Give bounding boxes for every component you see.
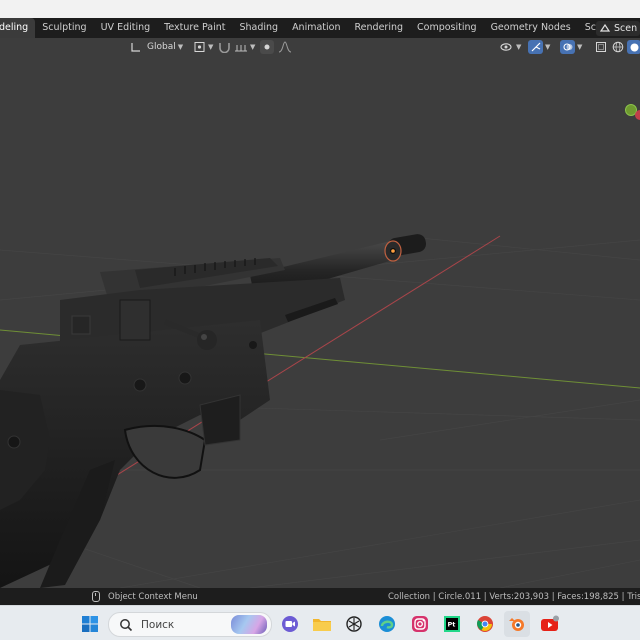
snap-increment-icon — [235, 45, 247, 52]
youtube-icon — [541, 615, 559, 631]
chevron-down-icon: ▼ — [250, 43, 256, 51]
falloff-curve-icon — [278, 41, 292, 53]
windows-logo-icon — [82, 616, 98, 632]
chevron-down-icon: ▼ — [208, 43, 214, 51]
rifle-model[interactable] — [0, 233, 427, 588]
mouse-right-click-icon — [92, 591, 100, 602]
navigation-gizmo[interactable] — [625, 104, 640, 121]
tab-rendering[interactable]: Rendering — [348, 18, 411, 38]
chatgpt-icon — [346, 616, 362, 632]
wireframe-shading-button[interactable] — [612, 40, 624, 54]
chevron-down-icon: ▼ — [516, 43, 522, 51]
snap-target-dropdown[interactable]: ▼ — [234, 40, 255, 54]
proportional-editing-toggle[interactable] — [260, 40, 274, 54]
chatgpt-app-button[interactable] — [343, 613, 365, 635]
scene-statistics-text: Collection | Circle.011 | Verts:203,903 … — [388, 591, 640, 602]
tab-animation[interactable]: Animation — [285, 18, 347, 38]
file-explorer-button[interactable] — [311, 613, 333, 635]
tab-modeling[interactable]: deling — [0, 18, 36, 38]
taskbar: Pt — [0, 605, 640, 640]
tab-geometry-nodes[interactable]: Geometry Nodes — [484, 18, 578, 38]
search-icon — [120, 618, 133, 631]
scene-name: Scen — [614, 22, 638, 34]
edge-icon — [379, 616, 395, 632]
chrome-browser-button[interactable] — [474, 613, 496, 635]
proportional-falloff-dropdown[interactable] — [278, 40, 292, 54]
pivot-point-dropdown[interactable]: ▼ — [193, 40, 213, 54]
tab-uv-editing[interactable]: UV Editing — [94, 18, 158, 38]
eye-icon — [500, 43, 512, 51]
blender-icon — [509, 618, 524, 631]
edge-browser-button[interactable] — [376, 613, 398, 635]
overlays-icon — [562, 43, 572, 51]
blender-window: deling Sculpting UV Editing Texture Pain… — [0, 0, 640, 640]
svg-text:Pt: Pt — [448, 621, 456, 629]
chevron-down-icon: ▼ — [545, 43, 551, 51]
3d-viewport[interactable] — [0, 38, 640, 588]
proportional-editing-icon — [264, 44, 270, 50]
magnet-icon — [219, 43, 230, 53]
scene-statistics: Collection | Circle.011 | Verts:203,903 … — [388, 588, 640, 605]
top-bar: deling Sculpting UV Editing Texture Pain… — [0, 0, 640, 38]
chevron-down-icon: ▼ — [177, 43, 184, 51]
windows-start-button[interactable] — [79, 613, 101, 635]
taskbar-search[interactable] — [108, 612, 272, 637]
tab-sculpting[interactable]: Sculpting — [35, 18, 93, 38]
video-call-icon — [282, 616, 298, 632]
instagram-app-button[interactable] — [409, 613, 431, 635]
transform-orientation-value: Global — [147, 42, 176, 52]
solid-sphere-icon — [630, 43, 638, 51]
status-hint: Object Context Menu — [92, 588, 198, 605]
pivot-icon — [194, 42, 205, 52]
xray-icon — [596, 42, 606, 52]
wireframe-sphere-icon — [612, 41, 624, 53]
visibility-dropdown[interactable]: ▼ — [500, 40, 521, 54]
snap-toggle[interactable] — [218, 40, 231, 54]
workspace-tabs: deling Sculpting UV Editing Texture Pain… — [0, 18, 640, 38]
overlays-toggle[interactable]: ▼ — [560, 40, 582, 54]
orientation-icon — [131, 43, 140, 52]
xray-toggle[interactable] — [595, 40, 607, 54]
gizmo-icon — [531, 42, 540, 52]
search-highlight-image — [231, 615, 267, 634]
youtube-app-button[interactable] — [539, 613, 561, 635]
tab-compositing[interactable]: Compositing — [410, 18, 484, 38]
scene-icon — [599, 23, 611, 32]
folder-icon — [313, 619, 331, 631]
solid-shading-button[interactable] — [627, 40, 640, 54]
status-hint-text: Object Context Menu — [108, 591, 198, 602]
search-input[interactable] — [139, 617, 233, 632]
pycharm-icon: Pt — [444, 616, 460, 632]
chevron-down-icon: ▼ — [577, 43, 583, 51]
gizmo-toggle[interactable]: ▼ — [528, 40, 550, 54]
instagram-icon — [412, 616, 428, 632]
tab-shading[interactable]: Shading — [232, 18, 285, 38]
pycharm-app-button[interactable]: Pt — [441, 613, 463, 635]
object-origin — [391, 249, 395, 253]
chrome-icon — [477, 616, 493, 632]
blender-app-button[interactable] — [504, 611, 530, 637]
viewport-scene — [0, 104, 640, 588]
tab-texture-paint[interactable]: Texture Paint — [157, 18, 232, 38]
status-bar: Object Context Menu Collection | Circle.… — [0, 588, 640, 605]
transform-orientation-dropdown[interactable]: Global ▼ — [130, 40, 183, 54]
meet-app-button[interactable] — [279, 613, 301, 635]
scene-selector[interactable]: Scen — [596, 18, 640, 38]
viewport-header: Global ▼ ▼ ▼ ▼ ▼ ▼ — [0, 38, 640, 56]
